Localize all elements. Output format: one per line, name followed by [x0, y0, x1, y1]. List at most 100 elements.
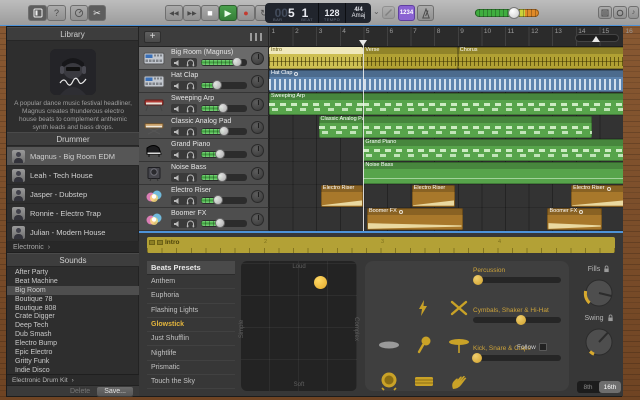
snare-drum-icon[interactable]	[413, 373, 435, 393]
solo-button[interactable]	[186, 77, 195, 95]
xy-pad[interactable]: Loud Soft Simple Complex	[239, 261, 359, 391]
track-volume-slider[interactable]	[201, 57, 247, 67]
volume-knob[interactable]	[218, 103, 229, 113]
drummer-slider[interactable]	[473, 275, 561, 285]
save-button[interactable]: Save...	[96, 385, 134, 397]
beat-preset-item[interactable]: Touch the Sky	[147, 375, 235, 390]
play-button[interactable]: ▶	[219, 5, 237, 21]
pan-knob[interactable]	[251, 213, 264, 226]
track-volume-slider[interactable]	[201, 149, 247, 159]
region-verse[interactable]: Verse	[363, 47, 458, 69]
solo-button[interactable]	[186, 100, 195, 118]
pan-knob[interactable]	[251, 190, 264, 203]
follow-checkbox[interactable]	[538, 343, 547, 351]
drummer-item[interactable]: Julian - Modern House	[7, 223, 139, 242]
count-in-button[interactable]: 1234	[398, 5, 415, 21]
record-button[interactable]: ●	[237, 5, 255, 21]
master-volume-slider[interactable]	[475, 7, 539, 19]
sound-item[interactable]: Indie Disco	[7, 366, 139, 374]
drummer-item[interactable]: Magnus - Big Room EDM	[7, 147, 139, 166]
timeline-ruler[interactable]: 1 2 3 4 5 6 7 8 9 10 11 12 13 14 15 16	[269, 27, 633, 47]
drummer-slider[interactable]	[473, 315, 561, 325]
master-volume-knob[interactable]	[508, 7, 520, 19]
zoom-slider[interactable]	[575, 34, 619, 42]
swing-8th-option[interactable]: 8th	[577, 381, 599, 393]
drummer-item[interactable]: Jasper - Dubstep	[7, 185, 139, 204]
drummer-slider-knob[interactable]	[516, 315, 527, 325]
stop-button[interactable]: ■	[201, 5, 219, 21]
loop-browser-button[interactable]	[613, 6, 627, 19]
metronome-button[interactable]	[417, 5, 434, 21]
track-header-row[interactable]: Sweeping Arp	[139, 93, 269, 116]
beat-preset-item[interactable]: Prismatic	[147, 361, 235, 376]
drummer-slider-knob[interactable]	[472, 353, 483, 363]
sound-item[interactable]: After Party	[7, 268, 139, 277]
sound-item[interactable]: Dub Smash	[7, 330, 139, 339]
region-electro-riser[interactable]: Electro Riser	[320, 185, 364, 207]
mute-button[interactable]	[173, 77, 181, 95]
editor-follow-icon[interactable]	[157, 240, 163, 245]
beat-preset-item[interactable]: Glowstick	[147, 318, 235, 333]
beat-preset-item[interactable]: Flashing Lights	[147, 304, 235, 318]
region-boomer-fx[interactable]: Boomer FX	[366, 208, 463, 230]
pan-knob[interactable]	[251, 167, 264, 180]
sound-item[interactable]: Beat Machine	[7, 277, 139, 286]
volume-knob[interactable]	[212, 80, 223, 90]
solo-button[interactable]	[186, 123, 195, 141]
swing-knob[interactable]	[581, 324, 617, 360]
sound-item[interactable]: Boutique 808	[7, 304, 139, 313]
beat-preset-item[interactable]: Just Shufflin	[147, 332, 235, 347]
region-clip[interactable]	[363, 116, 593, 138]
playhead[interactable]	[359, 40, 367, 231]
sound-item[interactable]: Electro Bump	[7, 339, 139, 348]
sound-item[interactable]: Epic Electro	[7, 348, 139, 357]
region-noise-bass[interactable]: Noise Bass	[363, 162, 623, 184]
solo-button[interactable]	[186, 146, 195, 164]
kick-drum-icon[interactable]	[379, 371, 401, 391]
editor-region-ruler[interactable]: Intro 2 3 4	[147, 237, 615, 253]
track-volume-slider[interactable]	[201, 195, 247, 205]
sound-item[interactable]: Boutique 78	[7, 295, 139, 304]
pan-knob[interactable]	[251, 75, 264, 88]
volume-knob[interactable]	[216, 172, 227, 182]
pan-knob[interactable]	[251, 52, 264, 65]
add-track-button[interactable]: +	[144, 31, 161, 43]
swing-16th-option[interactable]: 16th	[599, 381, 621, 393]
region-sweeping-arp[interactable]: Sweeping Arp	[269, 93, 364, 115]
track-header-row[interactable]: Classic Analog Pad	[139, 116, 269, 139]
drummer-slider[interactable]	[472, 353, 561, 363]
clap-hand-icon[interactable]	[449, 371, 471, 391]
sound-item[interactable]: Gritty Funk	[7, 357, 139, 366]
solo-button[interactable]	[186, 192, 195, 210]
region-intro[interactable]: Intro	[269, 47, 364, 69]
track-header-row[interactable]: Electro Riser	[139, 185, 269, 208]
track-header-row[interactable]: Noise Bass	[139, 162, 269, 185]
drummer-item[interactable]: Leah - Tech House	[7, 166, 139, 185]
mute-button[interactable]	[173, 123, 181, 141]
drummer-slider-knob[interactable]	[473, 275, 484, 285]
mute-button[interactable]	[173, 54, 181, 72]
drumsticks-icon[interactable]	[449, 299, 471, 319]
mute-button[interactable]	[173, 100, 181, 118]
beat-preset-item[interactable]: Euphoria	[147, 289, 235, 304]
notepad-button[interactable]	[598, 6, 612, 19]
mute-button[interactable]	[173, 192, 181, 210]
lightning-icon[interactable]	[415, 299, 437, 319]
fills-knob[interactable]	[581, 275, 617, 311]
volume-knob[interactable]	[213, 195, 224, 205]
volume-knob[interactable]	[231, 57, 242, 67]
mute-button[interactable]	[173, 169, 181, 187]
delete-button[interactable]: Delete	[70, 388, 90, 395]
pan-knob[interactable]	[251, 121, 264, 134]
track-volume-slider[interactable]	[201, 218, 247, 228]
forward-button[interactable]: ▶▶	[183, 5, 201, 21]
mixer-icon[interactable]	[250, 33, 262, 41]
solo-button[interactable]	[186, 215, 195, 233]
sound-item[interactable]: Crate Digger	[7, 312, 139, 321]
library-toggle-button[interactable]	[28, 5, 47, 21]
shaker-icon[interactable]	[415, 335, 437, 355]
mute-button[interactable]	[173, 215, 181, 233]
beat-preset-item[interactable]: Nightlife	[147, 346, 235, 361]
region-grand-piano[interactable]: Grand Piano	[363, 139, 623, 161]
hihat-icon[interactable]	[447, 335, 469, 355]
